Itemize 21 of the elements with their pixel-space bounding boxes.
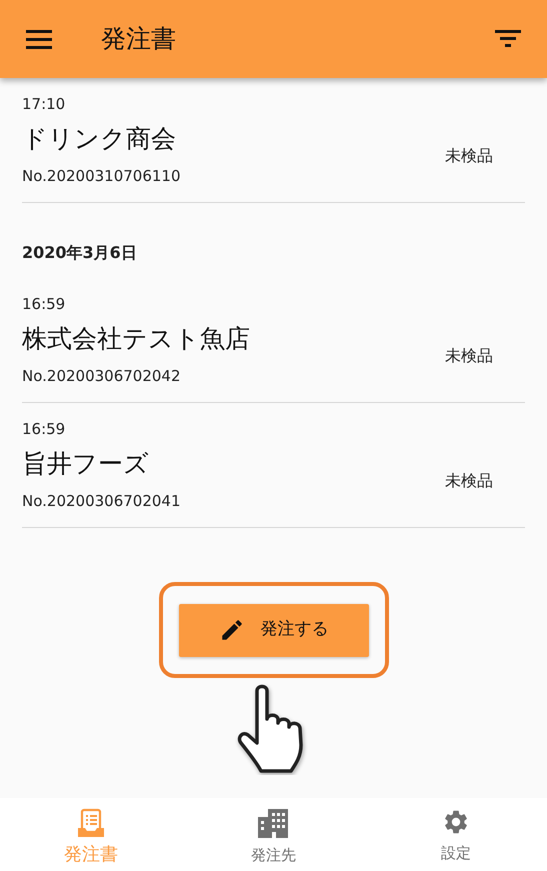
nav-tab[interactable]: 設定: [364, 798, 547, 871]
document-tray-icon: [76, 808, 106, 838]
filter-icon[interactable]: [495, 30, 521, 48]
supplier-name[interactable]: ドリンク商会: [22, 120, 176, 158]
supplier-name[interactable]: 株式会社テスト魚店: [22, 320, 250, 358]
status-label: 未検品: [445, 470, 493, 492]
order-number: No.20200310706110: [22, 166, 181, 186]
status-label: 未検品: [445, 345, 493, 367]
date-heading: 2020年3月6日: [22, 243, 137, 262]
status-label: 未検品: [445, 145, 493, 167]
app-title: 発注書: [101, 23, 176, 56]
order-time: 17:10: [22, 94, 66, 114]
order-number: No.20200306702042: [22, 366, 181, 386]
nav-tab[interactable]: 発注先: [182, 798, 365, 871]
building-icon: [257, 808, 290, 838]
menu-icon[interactable]: [26, 29, 52, 49]
order-button[interactable]: 発注する: [178, 604, 368, 656]
order-time: 16:59: [22, 294, 66, 314]
order-number: No.20200306702041: [22, 491, 181, 511]
supplier-name[interactable]: 旨井フーズ: [22, 445, 149, 483]
order-time: 16:59: [22, 419, 66, 439]
